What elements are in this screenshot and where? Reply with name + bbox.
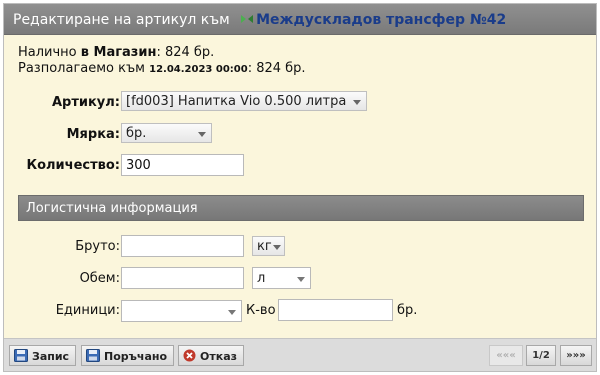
cancel-button[interactable]: Отказ	[178, 345, 245, 366]
units-qty-input[interactable]	[278, 299, 393, 321]
disposable-date: 12.04.2023 00:00	[149, 64, 248, 75]
gross-label: Бруто:	[75, 239, 120, 254]
ordered-button-label: Поръчано	[104, 350, 168, 363]
dialog-title: Редактиране на артикул към Междускладов …	[13, 12, 506, 28]
volume-unit-select[interactable]: л	[252, 267, 311, 289]
dialog-title-prefix: Редактиране на артикул към	[13, 12, 230, 28]
volume-unit-value: л	[257, 271, 266, 286]
units-qty-label: К-во	[246, 303, 276, 318]
measure-label: Мярка:	[66, 127, 120, 142]
chevron-down-icon	[228, 310, 236, 315]
dialog-footer: Запис Поръчано Отказ ««« 1/2 »»»	[4, 338, 596, 371]
transfer-icon	[241, 15, 254, 23]
volume-label: Обем:	[79, 271, 120, 286]
units-label: Единици:	[55, 303, 120, 318]
gross-input[interactable]	[121, 235, 244, 257]
save-button-label: Запис	[32, 350, 70, 363]
chevron-down-icon	[353, 100, 361, 105]
disposable-value: : 824 бр.	[247, 61, 306, 76]
measure-selected-value: бр.	[126, 126, 147, 141]
cancel-x-icon	[183, 349, 196, 362]
stock-info: Налично в Магазин: 824 бр. Разполагаемо …	[18, 45, 306, 78]
floppy-disk-icon	[86, 349, 100, 362]
chevron-down-icon	[297, 277, 305, 282]
logistics-section-header: Логистична информация	[18, 195, 584, 221]
dialog-titlebar: Редактиране на артикул към Междускладов …	[4, 4, 596, 35]
article-label: Артикул:	[51, 95, 120, 110]
quantity-label: Количество:	[26, 158, 120, 173]
quantity-input[interactable]: 300	[121, 154, 244, 176]
gross-unit-select[interactable]: кг	[252, 236, 285, 256]
edit-article-dialog: Редактиране на артикул към Междускладов …	[3, 3, 597, 372]
gross-unit-value: кг	[257, 239, 272, 254]
available-line: Налично в Магазин: 824 бр.	[18, 45, 306, 61]
transfer-document-link[interactable]: Междускладов трансфер №42	[256, 12, 506, 28]
article-select[interactable]: [fd003] Напитка Vio 0.500 литра	[121, 91, 367, 111]
next-page-button[interactable]: »»»	[560, 345, 592, 366]
disposable-line: Разполагаемо към 12.04.2023 00:00: 824 б…	[18, 61, 306, 78]
disposable-prefix: Разполагаемо към	[18, 61, 145, 76]
cancel-button-label: Отказ	[200, 350, 238, 363]
available-location: в Магазин	[80, 45, 157, 60]
available-value: : 824 бр.	[156, 45, 215, 60]
units-select[interactable]	[121, 300, 242, 322]
measure-select[interactable]: бр.	[121, 123, 212, 143]
chevron-down-icon	[273, 245, 281, 250]
volume-input[interactable]	[121, 267, 244, 289]
prev-page-button[interactable]: «««	[489, 345, 523, 366]
floppy-disk-icon	[14, 349, 28, 362]
ordered-button[interactable]: Поръчано	[81, 345, 175, 366]
chevron-down-icon	[198, 132, 206, 137]
units-qty-unit: бр.	[397, 303, 418, 318]
available-prefix: Налично	[18, 45, 77, 60]
article-selected-value: [fd003] Напитка Vio 0.500 литра	[126, 94, 347, 109]
save-button[interactable]: Запис	[9, 345, 77, 366]
page-indicator: 1/2	[526, 345, 556, 366]
